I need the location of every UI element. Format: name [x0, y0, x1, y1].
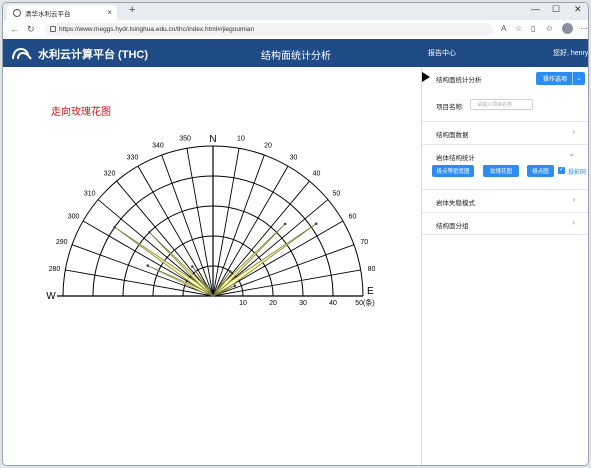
maximize-icon[interactable]: ☐ [552, 4, 560, 15]
rose-angle-label: 60 [349, 214, 357, 221]
page-title: 结构面统计分析 [261, 51, 331, 62]
rose-radial-label: 30 [299, 300, 307, 307]
operations-label: 操作选项 [543, 77, 568, 83]
browser-tab[interactable]: 清华水利云平台 × [7, 5, 117, 20]
rose-radial-max-label: 50(条) [355, 298, 374, 307]
section-label: 结构面分组 [436, 223, 469, 230]
rose-radial-label: 20 [269, 300, 277, 307]
rose-angle-label: 30 [290, 155, 298, 162]
cloud-logo-icon [12, 47, 32, 60]
address-bar: ← ↻ https://www.meggs.hydr.tsinghua.edu.… [3, 20, 588, 40]
section-structure-data[interactable]: 结构面数据 › [422, 121, 588, 144]
rose-petal-tip [146, 264, 150, 267]
rose-radial-label: 10 [239, 300, 247, 307]
collections-icon[interactable]: ✩ [546, 24, 553, 33]
url-text: https://www.meggs.hydr.tsinghua.edu.cn/t… [59, 26, 255, 33]
rose-angle-label: 290 [56, 239, 68, 246]
rose-angle-label: 330 [127, 155, 139, 162]
section-divider [422, 234, 588, 236]
close-tab-icon[interactable]: × [107, 8, 112, 17]
rose-petal-tip [314, 222, 318, 226]
rose-angle-label: 280 [49, 266, 61, 273]
report-center-link[interactable]: 报告中心 [428, 48, 456, 58]
tab-title: 清华水利云平台 [25, 10, 71, 18]
pole-plot-button[interactable]: 极点图 [527, 165, 554, 177]
options-panel: 结构面统计分析 操作选项 ⌄ 项目名称: 请输入项目名称 结构面数据 › 岩体结… [421, 67, 588, 465]
rose-petal-tip [191, 265, 194, 268]
refresh-icon[interactable]: ↻ [27, 24, 35, 35]
new-tab-icon[interactable]: + [129, 4, 135, 16]
split-screen-icon[interactable]: ▯ [531, 24, 535, 33]
rose-petal-tip [113, 225, 117, 229]
pointer-icon [422, 72, 430, 82]
section-label: 结构面数据 [436, 132, 469, 139]
section-grouping[interactable]: 结构面分组 › [422, 212, 588, 235]
section-label: 岩体结构统计 [436, 155, 475, 162]
operations-button[interactable]: 操作选项 ⌄ [536, 72, 585, 85]
favorite-star-icon[interactable]: ☆ [515, 24, 522, 33]
globe-icon [13, 8, 21, 17]
chart-area: 走向玫瑰花图 280 290 300 310 320 330 340 350 10 20 30 40 5… [3, 67, 421, 465]
north-label: N [209, 134, 216, 145]
browser-window: 清华水利云平台 × + — ☐ ✕ ← ↻ https://www.meggs.… [2, 2, 589, 466]
rose-angle-label: 40 [313, 171, 321, 178]
projection-checkbox[interactable]: ✓ [558, 167, 565, 174]
rose-petal-tip [283, 222, 287, 226]
section-label: 岩体失稳模式 [436, 200, 475, 207]
profile-avatar[interactable] [562, 23, 573, 34]
projection-label: 投影网 [568, 170, 587, 176]
project-name-placeholder: 请输入项目名称 [477, 102, 513, 108]
panel-title: 结构面统计分析 [436, 77, 482, 84]
chevron-down-icon[interactable]: ⌄ [572, 72, 585, 85]
brand-name: 水利云计算平台 (THC) [38, 49, 148, 61]
rose-angle-label: 300 [68, 214, 80, 221]
rose-angle-label: 310 [84, 191, 96, 198]
rose-diagram: 280 290 300 310 320 330 340 350 10 20 30 40 50 60 70 80… [46, 134, 376, 307]
more-menu-icon[interactable]: ⋯ [580, 24, 588, 33]
tab-strip: 清华水利云平台 × + — ☐ ✕ [3, 3, 588, 20]
rose-angle-label: 50 [332, 191, 340, 198]
chevron-right-icon: › [572, 218, 575, 227]
project-name-label: 项目名称: [436, 104, 464, 111]
chevron-down-icon: ⌄ [568, 149, 575, 158]
back-icon[interactable]: ← [10, 24, 19, 34]
rose-angle-label: 10 [237, 135, 245, 142]
rose-petal-tip [148, 231, 151, 234]
rose-angle-label: 350 [179, 135, 191, 142]
rose-angle-label: 320 [104, 171, 116, 178]
west-label: W [46, 291, 56, 302]
chevron-right-icon: › [572, 127, 575, 136]
rose-petal-tip [228, 270, 232, 273]
rose-angle-label: 80 [368, 266, 376, 273]
pole-density-button[interactable]: 极点等密度图 [432, 165, 474, 177]
lock-icon [50, 26, 56, 32]
user-greeting[interactable]: 您好, henry [553, 48, 588, 58]
rose-petal-tip [233, 284, 237, 288]
chart-title: 走向玫瑰花图 [51, 107, 111, 118]
app-header: 水利云计算平台 (THC) 结构面统计分析 报告中心 您好, henry [3, 39, 588, 67]
chevron-right-icon: › [572, 195, 575, 204]
rose-angle-label: 70 [360, 239, 368, 246]
rose-radial-label: 40 [329, 300, 337, 307]
url-field[interactable]: https://www.meggs.hydr.tsinghua.edu.cn/t… [45, 23, 493, 36]
rose-angle-label: 20 [264, 143, 272, 150]
section-instability-mode[interactable]: 岩体失稳模式 › [422, 189, 588, 212]
read-aloud-icon[interactable]: A [501, 24, 506, 33]
rose-diagram-button[interactable]: 玫瑰花图 [483, 165, 519, 177]
east-label: E [367, 286, 374, 297]
rose-angle-label: 340 [152, 143, 164, 150]
minimize-icon[interactable]: — [531, 4, 540, 14]
project-name-input[interactable]: 请输入项目名称 [470, 99, 533, 110]
close-window-icon[interactable]: ✕ [574, 4, 582, 15]
